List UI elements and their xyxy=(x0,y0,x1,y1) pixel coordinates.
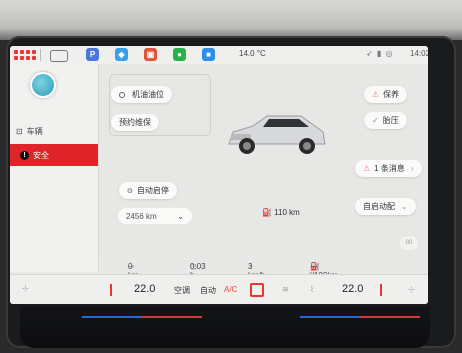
warning-icon: ⚠ xyxy=(372,90,380,99)
driver-temp[interactable]: 22.0 xyxy=(134,283,155,295)
trip-stats: ⊸ 0 km ◷ 0:03 h ◔ 3 km/h ⛽ ---l/100km xyxy=(10,256,428,280)
auto-hold-label: 自动启停 xyxy=(136,186,169,195)
status-icons: ➶ ▮ ◎ xyxy=(366,49,394,58)
oil-level-button[interactable]: 机油油位 xyxy=(111,86,172,103)
phone-app-icon[interactable]: ■ xyxy=(202,48,215,61)
odometer-value: 2456 km xyxy=(126,211,157,221)
maintenance-label: 预约维保 xyxy=(119,118,151,127)
sidebar-item-label: 安全 xyxy=(33,150,49,160)
fuel-icon: ⛽ xyxy=(262,208,275,217)
toggle-switch[interactable]: 00 xyxy=(400,236,418,250)
vehicle-image xyxy=(228,115,326,154)
range-value: 110 km xyxy=(274,208,300,217)
status-bar: P ◆ ▣ ● ■ 14.0 °C ➶ ▮ ◎ 14:02 xyxy=(10,46,428,65)
parking-app-icon[interactable]: P xyxy=(86,48,99,61)
warning-icon: ⚠ xyxy=(363,164,371,173)
ambient-light xyxy=(300,316,360,318)
range-readout: ⛽ 110 km xyxy=(262,208,300,217)
climate-auto[interactable]: 自动 xyxy=(200,285,216,296)
maintenance-status-button[interactable]: ⚠ 保养 xyxy=(364,86,408,103)
clock: 14:02 xyxy=(410,49,428,58)
sidebar-item-alert[interactable]: ! 安全 xyxy=(10,144,98,166)
vehicle-main-panel: 机油油位 预约维保 ⊙ 自动启停 ⚠ 保养 ✓ 胎压 ⚠ 1 条消息 › 自启动… xyxy=(99,64,428,254)
oil-level-label: 机油油位 xyxy=(132,90,164,99)
passenger-temp[interactable]: 22.0 xyxy=(342,283,363,295)
dot-icon xyxy=(119,91,125,98)
auto-start-label: 自启动配 xyxy=(363,202,395,211)
climate-mode[interactable]: 空调 xyxy=(174,285,190,296)
alert-icon: ! xyxy=(20,150,29,160)
auto-hold-button[interactable]: ⊙ 自动启停 xyxy=(119,182,177,199)
odometer-dropdown[interactable]: 2456 km ⌄ xyxy=(118,208,192,224)
messages-button[interactable]: ⚠ 1 条消息 › xyxy=(355,160,422,177)
background-wall xyxy=(0,0,462,40)
chevron-down-icon: ⌄ xyxy=(401,202,408,211)
seat-vent-icon[interactable]: ⊹ xyxy=(408,285,415,294)
app-grid-icon[interactable] xyxy=(14,50,36,60)
sidebar-item-vehicle[interactable]: ⊡ 车辆 xyxy=(10,120,104,142)
defrost-icon[interactable]: ⌇ xyxy=(310,285,314,294)
ambient-light xyxy=(142,316,202,318)
ambient-light xyxy=(360,316,420,318)
sidebar: ⊡ 车辆 ! 安全 xyxy=(10,64,99,272)
chevron-right-icon: › xyxy=(410,164,414,173)
heat-indicator xyxy=(380,284,382,296)
ac-button[interactable]: A/C xyxy=(224,285,237,294)
outside-temperature: 14.0 °C xyxy=(239,49,266,58)
seat-heat-icon[interactable]: ⊹ xyxy=(22,284,29,293)
car-icon: ⊡ xyxy=(16,126,23,136)
auto-start-button[interactable]: 自启动配 ⌄ xyxy=(355,198,416,215)
chevron-down-icon: ⌄ xyxy=(177,211,184,221)
nav-app-icon[interactable]: ◆ xyxy=(115,48,128,61)
infotainment-screen: P ◆ ▣ ● ■ 14.0 °C ➶ ▮ ◎ 14:02 ⊡ 车辆 ! 安全 … xyxy=(10,46,428,304)
recirculation-icon[interactable] xyxy=(250,283,264,297)
car-outline-icon[interactable] xyxy=(50,50,68,62)
sidebar-item-label: 车辆 xyxy=(26,126,43,136)
ambient-light xyxy=(82,316,142,318)
auto-hold-icon: ⊙ xyxy=(127,187,133,195)
climate-bar: ⊹ 22.0 空调 自动 A/C ≋ ⌇ 22.0 ⊹ xyxy=(10,274,428,304)
dashboard-trim xyxy=(20,306,430,348)
maintenance-status-label: 保养 xyxy=(383,90,400,99)
tire-pressure-button[interactable]: ✓ 胎压 xyxy=(364,112,407,129)
media-app-icon[interactable]: ▣ xyxy=(144,48,157,61)
tire-pressure-label: 胎压 xyxy=(382,116,399,125)
heat-indicator xyxy=(110,284,112,296)
chat-app-icon[interactable]: ● xyxy=(173,48,186,61)
check-icon: ✓ xyxy=(372,116,379,125)
maintenance-button[interactable]: 预约维保 xyxy=(111,114,159,131)
messages-label: 1 条消息 xyxy=(374,164,405,173)
divider xyxy=(40,49,41,61)
avatar[interactable] xyxy=(30,72,56,98)
fan-icon[interactable]: ≋ xyxy=(282,285,289,294)
